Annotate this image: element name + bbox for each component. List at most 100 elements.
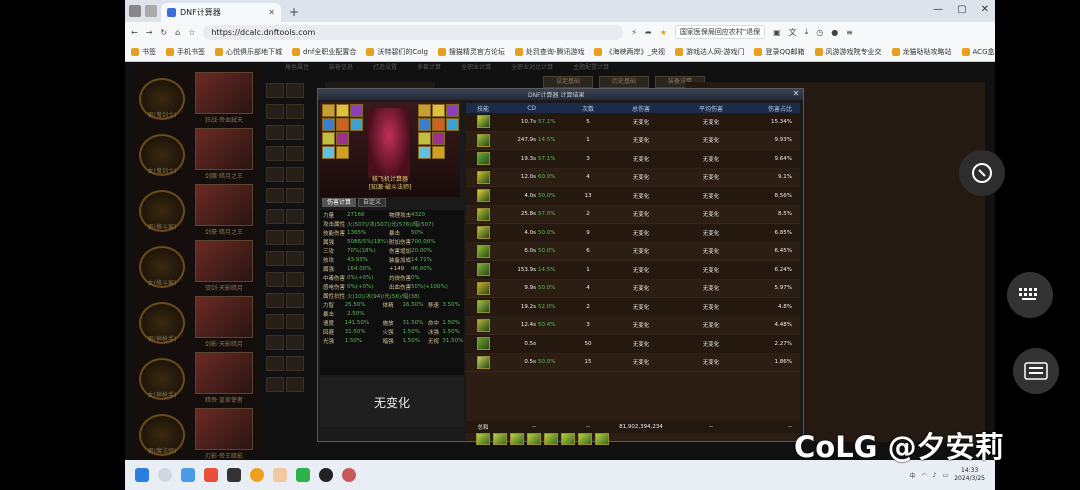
bookmark-item[interactable]: 心悦俱乐部地下城 [215,47,282,57]
bookmark-item[interactable]: 处罚查询-腾讯游戏 [514,47,584,57]
equipment-item-icon[interactable] [432,104,445,117]
equipment-slot[interactable] [286,188,304,203]
wifi-icon[interactable]: ◠ [921,472,926,479]
star-icon[interactable]: ☆ [188,28,195,37]
table-row[interactable]: 0.5s 50 无变化 无变化 2.27% [466,335,800,354]
equipment-slot[interactable] [286,314,304,329]
equipment-item-icon[interactable] [446,104,459,117]
app-icon-1[interactable] [181,468,195,482]
equipment-slot[interactable] [266,293,284,308]
table-row[interactable]: 247.9s 14.5% 1 无变化 无变化 9.93% [466,132,800,150]
table-header-cell[interactable]: 伤害占比 [746,104,800,113]
dialog-close-icon[interactable]: ✕ [792,90,800,98]
search-icon[interactable] [158,468,172,482]
equipment-slot[interactable] [286,251,304,266]
skill-strip-icon[interactable] [578,433,592,445]
bookmark-item[interactable]: 《海峡两岸》_央视 [594,47,665,57]
equipment-slot[interactable] [266,377,284,392]
equipment-slot[interactable] [266,188,284,203]
bookmark-item[interactable]: 游戏达人网-游戏门 [674,47,744,57]
equipment-slot[interactable] [286,293,304,308]
top-tab[interactable]: 设定基础 [543,76,593,88]
equipment-item-icon[interactable] [336,104,349,117]
table-row[interactable]: 6.0s 50.0% 6 无变化 无变化 6.45% [466,243,800,261]
equipment-slot[interactable] [266,146,284,161]
equipment-slot[interactable] [286,146,304,161]
home-icon[interactable]: ⌂ [175,28,180,37]
equipment-item-icon[interactable] [336,118,349,131]
windows-start-icon[interactable] [135,468,149,482]
top-nav-item[interactable]: 打造设置 [373,62,397,72]
app-icon-2[interactable] [204,468,218,482]
equipment-slot[interactable] [266,272,284,287]
bookmark-item[interactable]: 风游游戏院专业交 [814,47,882,57]
tab-list-icon[interactable] [145,5,157,17]
wechat-icon[interactable] [296,468,310,482]
dialog-subtab[interactable]: 自定义 [358,198,387,207]
equipment-slot[interactable] [286,377,304,392]
download-icon[interactable]: ⤓ [805,27,809,37]
equipment-slot[interactable] [266,125,284,140]
battery-icon[interactable]: ▭ [943,472,949,479]
table-row[interactable]: 25.8s 57.0% 2 无变化 无变化 8.5% [466,206,800,224]
qq-icon[interactable] [319,468,333,482]
sidebar-icon[interactable] [129,5,141,17]
table-header-cell[interactable]: 次数 [570,104,606,113]
volume-icon[interactable]: ♪ [933,472,937,479]
dialog-subtab[interactable]: 伤害计算 [322,198,357,207]
character-entry[interactable]: 女(格斗家) 驭剑·天影暗月 [139,240,253,292]
app-icon-6[interactable] [342,468,356,482]
screen-keyboard-button[interactable] [1013,348,1059,394]
profile-icon[interactable]: ● [831,28,838,37]
table-row[interactable]: 12.0s 60.0% 4 无变化 无变化 9.1% [466,169,800,187]
character-entry[interactable]: 男(魔法师) 刃影·帝王暗影 [139,408,253,460]
clock[interactable]: 14:33 2024/3/25 [954,467,985,483]
equipment-item-icon[interactable] [432,132,445,145]
table-row[interactable]: 0.5s 50.0% 15 无变化 无变化 1.86% [466,354,800,372]
bookmark-item[interactable]: dnf全职业配置合 [292,47,356,57]
skill-strip-icon[interactable] [544,433,558,445]
equipment-item-icon[interactable] [446,118,459,131]
equipment-slot[interactable] [286,104,304,119]
equipment-item-icon[interactable] [336,146,349,159]
forward-icon[interactable]: → [146,28,153,37]
table-row[interactable]: 9.9s 50.0% 4 无变化 无变化 5.97% [466,280,800,298]
new-tab-icon[interactable]: + [289,5,299,19]
equipment-item-icon[interactable] [418,104,431,117]
table-row[interactable]: 4.0s 50.0% 9 无变化 无变化 6.85% [466,224,800,243]
favorite-icon[interactable]: ★ [660,28,667,37]
equipment-slot[interactable] [266,356,284,371]
character-entry[interactable]: 女(神枪手) 暗帝·皇家使者 [139,352,253,404]
equipment-slot[interactable] [266,230,284,245]
top-nav-item[interactable]: 全职业计算 [461,62,491,72]
equipment-item-icon[interactable] [432,118,445,131]
equipment-slot[interactable] [286,230,304,245]
maximize-icon[interactable]: ▢ [957,4,966,15]
bookmark-item[interactable]: 登录QQ邮箱 [754,47,805,57]
skill-strip-icon[interactable] [561,433,575,445]
bolt-icon[interactable]: ⚡ [631,28,637,37]
equipment-slot[interactable] [286,167,304,182]
table-row[interactable]: 153.9s 14.5% 1 无变化 无变化 6.24% [466,261,800,280]
equipment-item-icon[interactable] [322,132,335,145]
equipment-item-icon[interactable] [350,118,363,131]
skill-strip-icon[interactable] [527,433,541,445]
equipment-slot[interactable] [286,83,304,98]
ime-icon[interactable]: 中 [909,471,915,480]
top-nav-item[interactable]: 装备信息 [329,62,353,72]
app-icon-3[interactable] [227,468,241,482]
character-entry[interactable]: 男(格斗家) 剑豪·暗月之王 [139,184,253,236]
equipment-item-icon[interactable] [322,146,335,159]
app-icon-4[interactable] [250,468,264,482]
bookmark-item[interactable]: 手机书签 [166,47,205,57]
equipment-item-icon[interactable] [418,118,431,131]
character-entry[interactable]: 男(鬼剑士) 狂战·帝血弑天 [139,72,253,124]
menu-icon[interactable]: ≡ [846,28,853,37]
tab-dnf-calculator[interactable]: DNF计算器 ✕ [161,3,281,22]
top-nav-item[interactable]: 多套计算 [417,62,441,72]
table-header-cell[interactable]: 平均伤害 [676,104,746,113]
equipment-slot[interactable] [286,209,304,224]
bookmark-item[interactable]: 龙猫哒哒攻略站 [891,47,952,57]
character-entry[interactable]: 男(神枪手) 剑影·天影暗月 [139,296,253,348]
equipment-item-icon[interactable] [418,132,431,145]
